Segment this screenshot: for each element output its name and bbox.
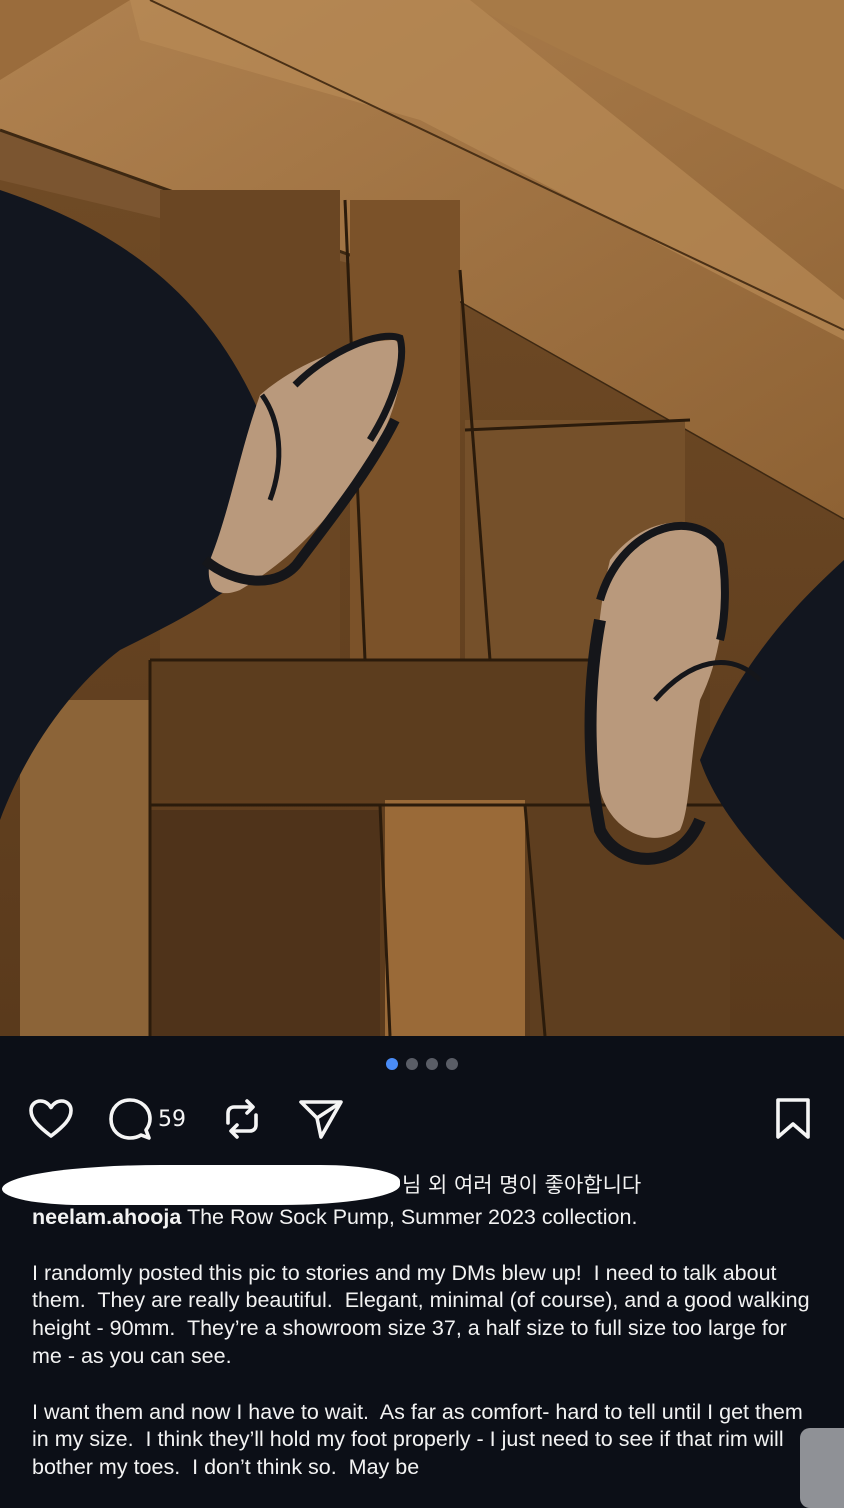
repost-icon [226, 1099, 258, 1139]
heart-icon [29, 1099, 73, 1138]
post-action-bar: 59 [0, 1094, 844, 1144]
caption-headline: The Row Sock Pump, Summer 2023 collectio… [181, 1205, 638, 1229]
carousel-dot [446, 1058, 458, 1070]
send-icon [299, 1100, 343, 1139]
feet-on-parquet-image [0, 0, 844, 1036]
caption-paragraph: I want them and now I have to wait. As f… [32, 1399, 809, 1479]
like-button[interactable] [28, 1094, 74, 1144]
post-caption: neelam.ahooja The Row Sock Pump, Summer … [32, 1204, 822, 1482]
comment-button[interactable]: 59 [108, 1094, 186, 1144]
repost-button[interactable] [220, 1094, 264, 1144]
save-button[interactable] [774, 1094, 812, 1144]
carousel-dot [426, 1058, 438, 1070]
comment-count: 59 [158, 1106, 186, 1132]
bookmark-icon [776, 1098, 810, 1139]
share-button[interactable] [298, 1094, 344, 1144]
carousel-indicator [0, 1058, 844, 1070]
likes-text: 님 외 여러 명이 좋아합니다 [402, 1173, 642, 1197]
caption-paragraph: I randomly posted this pic to stories an… [32, 1260, 816, 1368]
scroll-handle[interactable] [800, 1428, 844, 1508]
carousel-dot-active [386, 1058, 398, 1070]
caption-username[interactable]: neelam.ahooja [32, 1205, 181, 1229]
carousel-dot [406, 1058, 418, 1070]
likes-summary[interactable]: 님 외 여러 명이 좋아합니다 [0, 1165, 844, 1205]
redacted-username [2, 1165, 400, 1205]
comment-bubble-icon [109, 1098, 152, 1140]
post-photo[interactable] [0, 0, 844, 1036]
